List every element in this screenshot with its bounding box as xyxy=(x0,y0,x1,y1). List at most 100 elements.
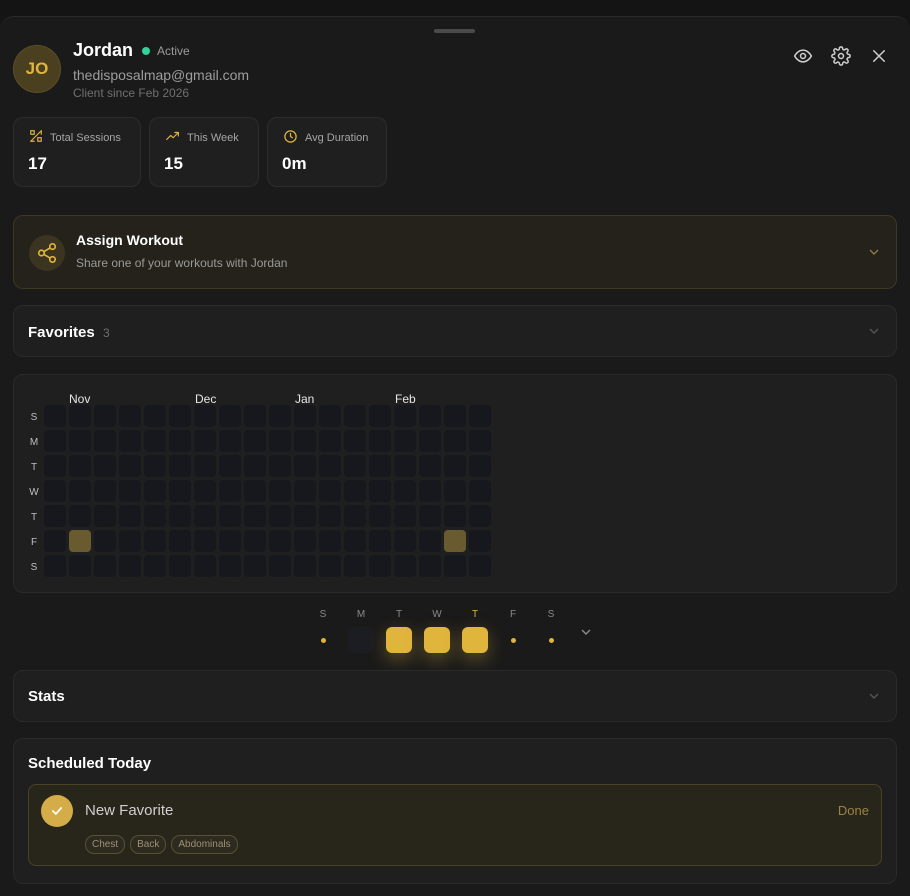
heatmap-cell[interactable] xyxy=(269,405,291,427)
heatmap-cell[interactable] xyxy=(294,555,316,577)
heatmap-cell[interactable] xyxy=(144,555,166,577)
heatmap-cell[interactable] xyxy=(369,455,391,477)
heatmap-cell[interactable] xyxy=(194,405,216,427)
heatmap-cell[interactable] xyxy=(194,455,216,477)
chevron-down-icon[interactable] xyxy=(868,246,880,258)
heatmap-cell[interactable] xyxy=(169,480,191,502)
heatmap-cell[interactable] xyxy=(369,530,391,552)
heatmap-cell[interactable] xyxy=(144,480,166,502)
favorites-section[interactable]: Favorites 3 xyxy=(13,305,897,357)
heatmap-cell[interactable] xyxy=(469,405,491,427)
heatmap-cell[interactable] xyxy=(369,480,391,502)
heatmap-cell[interactable] xyxy=(319,430,341,452)
heatmap-cell[interactable] xyxy=(419,405,441,427)
assign-workout-card[interactable]: Assign Workout Share one of your workout… xyxy=(13,215,897,289)
weekday-done[interactable] xyxy=(462,627,488,653)
heatmap-cell[interactable] xyxy=(369,405,391,427)
heatmap-cell[interactable] xyxy=(269,455,291,477)
heatmap-cell[interactable] xyxy=(294,530,316,552)
heatmap-cell[interactable] xyxy=(119,430,141,452)
heatmap-cell[interactable] xyxy=(294,455,316,477)
done-button[interactable]: Done xyxy=(838,803,869,818)
gear-icon[interactable] xyxy=(829,44,853,68)
heatmap-cell[interactable] xyxy=(69,405,91,427)
heatmap-cell[interactable] xyxy=(294,405,316,427)
weekday-dot[interactable] xyxy=(310,627,336,653)
heatmap-cell[interactable] xyxy=(144,405,166,427)
heatmap-cell[interactable] xyxy=(219,480,241,502)
heatmap-cell[interactable] xyxy=(69,455,91,477)
heatmap-cell[interactable] xyxy=(194,555,216,577)
check-icon[interactable] xyxy=(41,795,73,827)
heatmap-cell[interactable] xyxy=(94,430,116,452)
heatmap-cell[interactable] xyxy=(469,480,491,502)
heatmap-cell[interactable] xyxy=(394,430,416,452)
heatmap-cell[interactable] xyxy=(169,405,191,427)
heatmap-cell[interactable] xyxy=(319,480,341,502)
heatmap-cell[interactable] xyxy=(344,405,366,427)
heatmap-cell[interactable] xyxy=(94,555,116,577)
heatmap-cell[interactable] xyxy=(244,505,266,527)
heatmap-cell[interactable] xyxy=(69,555,91,577)
heatmap-cell[interactable] xyxy=(244,530,266,552)
drag-handle[interactable] xyxy=(434,29,475,33)
heatmap-cell[interactable] xyxy=(369,505,391,527)
heatmap-cell[interactable] xyxy=(244,480,266,502)
heatmap-cell[interactable] xyxy=(219,405,241,427)
heatmap-cell[interactable] xyxy=(219,530,241,552)
heatmap-cell[interactable] xyxy=(194,430,216,452)
heatmap-cell[interactable] xyxy=(394,505,416,527)
heatmap-cell[interactable] xyxy=(44,455,66,477)
heatmap-cell[interactable] xyxy=(394,405,416,427)
heatmap-cell[interactable] xyxy=(169,455,191,477)
heatmap-cell[interactable] xyxy=(244,430,266,452)
chevron-down-icon[interactable] xyxy=(580,625,592,637)
heatmap-cell[interactable] xyxy=(344,455,366,477)
heatmap-cell[interactable] xyxy=(194,480,216,502)
heatmap-cell-active[interactable] xyxy=(444,530,466,552)
heatmap-cell[interactable] xyxy=(119,480,141,502)
heatmap-cell[interactable] xyxy=(44,555,66,577)
heatmap-cell[interactable] xyxy=(144,505,166,527)
heatmap-cell[interactable] xyxy=(169,430,191,452)
heatmap-cell[interactable] xyxy=(144,430,166,452)
heatmap-cell[interactable] xyxy=(319,530,341,552)
heatmap-cell[interactable] xyxy=(419,430,441,452)
heatmap-cell[interactable] xyxy=(44,430,66,452)
heatmap-cell[interactable] xyxy=(119,530,141,552)
heatmap-cell[interactable] xyxy=(319,455,341,477)
heatmap-cell[interactable] xyxy=(469,430,491,452)
heatmap-cell[interactable] xyxy=(419,505,441,527)
heatmap-cell[interactable] xyxy=(119,455,141,477)
heatmap-cell[interactable] xyxy=(444,430,466,452)
heatmap-cell[interactable] xyxy=(144,455,166,477)
heatmap-cell[interactable] xyxy=(219,430,241,452)
heatmap-cell[interactable] xyxy=(119,505,141,527)
heatmap-cell[interactable] xyxy=(219,505,241,527)
heatmap-cell[interactable] xyxy=(244,405,266,427)
heatmap-cell[interactable] xyxy=(94,455,116,477)
heatmap-cell[interactable] xyxy=(294,430,316,452)
heatmap-cell[interactable] xyxy=(269,480,291,502)
heatmap-cell[interactable] xyxy=(69,505,91,527)
heatmap-cell[interactable] xyxy=(444,555,466,577)
heatmap-cell[interactable] xyxy=(444,480,466,502)
heatmap-cell[interactable] xyxy=(394,455,416,477)
heatmap-cell[interactable] xyxy=(269,430,291,452)
heatmap-cell[interactable] xyxy=(169,555,191,577)
heatmap-cell[interactable] xyxy=(394,530,416,552)
weekday-dot[interactable] xyxy=(500,627,526,653)
heatmap-cell[interactable] xyxy=(94,480,116,502)
heatmap-cell[interactable] xyxy=(169,530,191,552)
heatmap-cell[interactable] xyxy=(119,405,141,427)
heatmap-cell[interactable] xyxy=(419,555,441,577)
heatmap-cell[interactable] xyxy=(219,455,241,477)
heatmap-cell[interactable] xyxy=(94,405,116,427)
heatmap-cell[interactable] xyxy=(144,530,166,552)
heatmap-cell[interactable] xyxy=(369,430,391,452)
heatmap-cell[interactable] xyxy=(244,455,266,477)
heatmap-cell[interactable] xyxy=(94,530,116,552)
heatmap-cell[interactable] xyxy=(44,505,66,527)
heatmap-cell[interactable] xyxy=(269,530,291,552)
heatmap-cell[interactable] xyxy=(419,480,441,502)
